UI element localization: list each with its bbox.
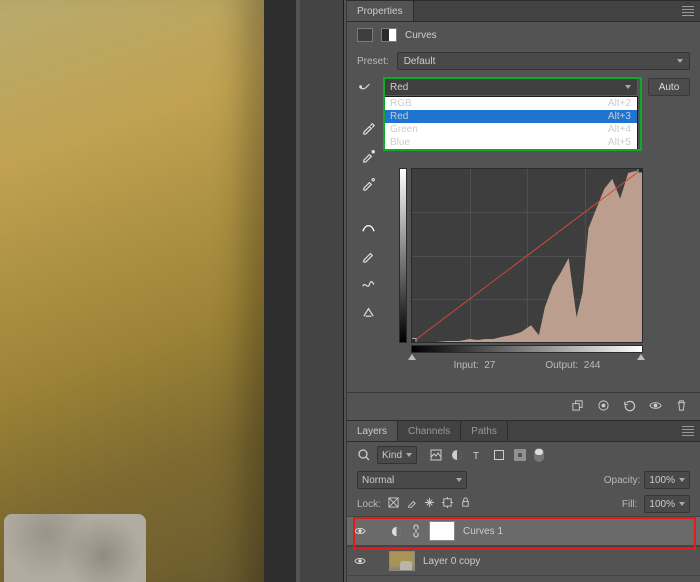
layer-row-curves[interactable]: Curves 1 [347, 516, 700, 546]
blend-mode-select[interactable]: Normal [357, 471, 467, 489]
channel-option-rgb[interactable]: RGBAlt+2 [384, 97, 637, 110]
chevron-down-icon [679, 502, 685, 506]
channel-option-blue[interactable]: BlueAlt+5 [384, 136, 637, 149]
layer-name[interactable]: Layer 0 copy [423, 556, 480, 567]
lock-image-icon[interactable] [406, 497, 417, 511]
visibility-toggle-icon[interactable] [353, 554, 367, 568]
properties-tabbar: Properties [347, 0, 700, 22]
tab-layers[interactable]: Layers [347, 421, 398, 441]
panel-menu-icon[interactable] [682, 426, 694, 436]
curves-graph[interactable] [411, 168, 643, 343]
eyedropper-sample-icon[interactable] [359, 118, 377, 136]
preset-select[interactable]: Default [397, 52, 690, 70]
image-content-rock [4, 514, 146, 582]
adjustment-icon[interactable] [357, 28, 373, 42]
search-icon[interactable] [357, 448, 371, 462]
collapsed-dock[interactable] [300, 0, 343, 582]
lock-all-icon[interactable] [460, 497, 471, 511]
tab-properties[interactable]: Properties [347, 1, 414, 21]
eyedropper-white-icon[interactable] [359, 146, 377, 164]
mask-icon[interactable] [381, 28, 397, 42]
channel-option-green[interactable]: GreenAlt+4 [384, 123, 637, 136]
auto-button[interactable]: Auto [648, 78, 690, 96]
clip-to-layer-icon[interactable] [568, 397, 586, 415]
layer-row-image[interactable]: Layer 0 copy [347, 546, 700, 576]
targeted-adjustment-icon[interactable] [357, 78, 373, 92]
reset-icon[interactable] [620, 397, 638, 415]
opacity-label: Opacity: [604, 475, 641, 486]
canvas-gutter [264, 0, 296, 582]
channel-select[interactable]: Red [383, 78, 638, 96]
filter-adjustment-icon[interactable] [450, 448, 464, 462]
filter-pixel-icon[interactable] [429, 448, 443, 462]
chevron-down-icon [456, 478, 462, 482]
input-gradient [411, 345, 643, 353]
properties-footer [347, 392, 700, 418]
document-canvas[interactable] [0, 0, 296, 582]
chevron-down-icon [406, 453, 412, 457]
layer-mask-thumb[interactable] [429, 521, 455, 541]
opacity-input[interactable]: 100% [644, 471, 690, 489]
layer-filter-select[interactable]: Kind [377, 446, 417, 464]
smooth-icon[interactable] [359, 274, 377, 292]
divider [343, 0, 344, 582]
view-previous-icon[interactable] [594, 397, 612, 415]
tab-paths[interactable]: Paths [461, 421, 508, 441]
chevron-down-icon [625, 85, 631, 89]
lock-artboard-icon[interactable] [442, 497, 453, 511]
link-mask-icon[interactable] [411, 524, 421, 538]
layers-panel: Layers Channels Paths Kind T Normal Opac… [347, 420, 700, 582]
visibility-icon[interactable] [646, 397, 664, 415]
trash-icon[interactable] [672, 397, 690, 415]
lock-label: Lock: [357, 499, 381, 510]
filter-smart-icon[interactable] [513, 448, 527, 462]
document-image [0, 0, 264, 582]
pencil-icon[interactable] [359, 246, 377, 264]
lock-position-icon[interactable] [424, 497, 435, 511]
filter-shape-icon[interactable] [492, 448, 506, 462]
preset-label: Preset: [357, 56, 389, 67]
output-gradient [399, 168, 407, 343]
adjustment-type-row: Curves [347, 22, 700, 48]
clip-icon[interactable] [359, 302, 377, 320]
layer-name[interactable]: Curves 1 [463, 526, 503, 537]
svg-text:T: T [473, 451, 479, 461]
visibility-toggle-icon[interactable] [353, 524, 367, 538]
panel-menu-icon[interactable] [682, 6, 694, 16]
chevron-down-icon [679, 478, 685, 482]
tab-channels[interactable]: Channels [398, 421, 461, 441]
input-output-readout: Input: 27 Output: 244 [411, 360, 643, 371]
filter-toggle-icon[interactable] [534, 448, 544, 462]
layer-thumb[interactable] [389, 551, 415, 571]
channel-option-red[interactable]: RedAlt+3 [384, 110, 637, 123]
fill-input[interactable]: 100% [644, 495, 690, 513]
channel-dropdown[interactable]: RGBAlt+2 RedAlt+3 GreenAlt+4 BlueAlt+5 [383, 96, 638, 150]
adjustment-title: Curves [405, 30, 437, 41]
properties-panel: Properties Curves Preset: Default Red [347, 0, 700, 100]
curve-edit-icon[interactable] [359, 218, 377, 236]
curves-adjustment-icon [389, 524, 403, 538]
eyedropper-black-icon[interactable] [359, 174, 377, 192]
fill-label: Fill: [622, 499, 638, 510]
filter-type-icon[interactable]: T [471, 448, 485, 462]
layers-tabbar: Layers Channels Paths [347, 420, 700, 442]
lock-transparency-icon[interactable] [388, 497, 399, 511]
chevron-down-icon [677, 59, 683, 63]
